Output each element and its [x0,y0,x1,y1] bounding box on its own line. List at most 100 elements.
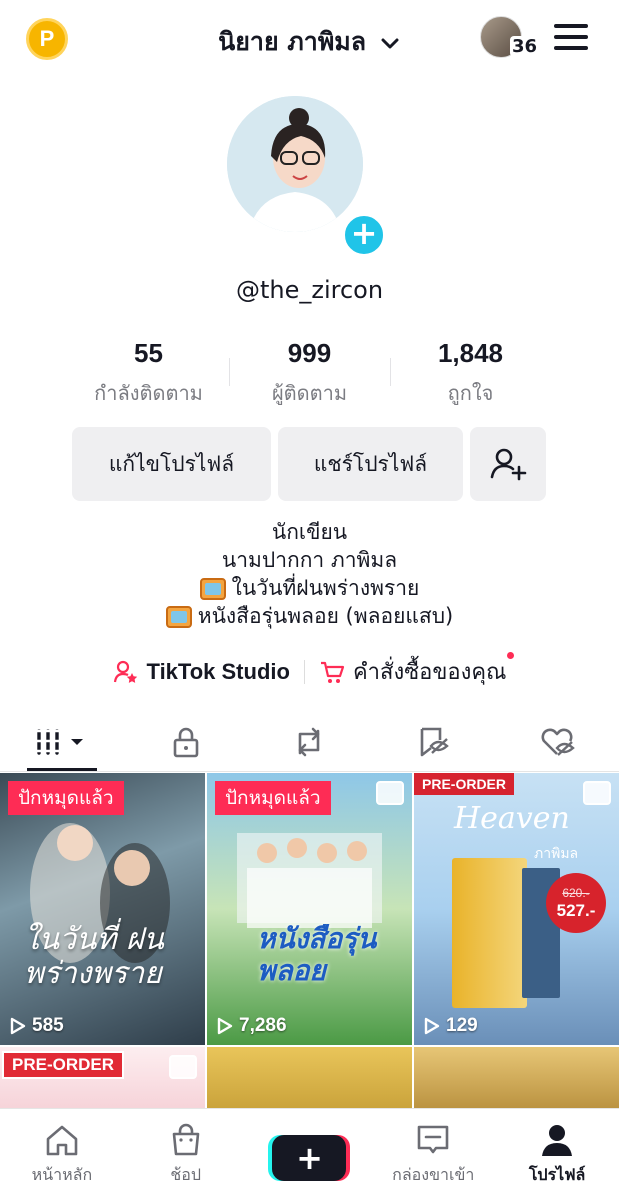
view-count: 129 [424,1015,478,1037]
video-grid: ปักหมุดแล้ว ในวันที่ ฝนพร่างพราย 585 ปัก… [0,773,619,1111]
nav-label: หน้าหลัก [31,1165,93,1184]
edit-profile-button[interactable]: แก้ไขโปรไฟล์ [72,427,271,501]
stat-value: 999 [287,338,332,368]
play-icon [10,1017,26,1035]
stat-value: 55 [134,338,163,368]
play-icon [217,1017,233,1035]
add-user-icon [490,448,527,481]
stat-following[interactable]: 55 กำลังติดตาม [69,338,229,409]
video-tile[interactable]: ปักหมุดแล้ว ในวันที่ ฝนพร่างพราย 585 [0,773,205,1045]
nav-home[interactable]: หน้าหลัก [0,1109,124,1188]
orders-label: คำสั่งซื้อของคุณ [352,660,507,685]
stat-followers[interactable]: 999 ผู้ติดตาม [230,338,390,409]
video-tile[interactable]: PRE-ORDER [0,1047,205,1111]
bio-line: ในวันที่ฝนพร่างพราย [231,576,420,600]
old-price: 620.- [562,886,590,900]
thumbnail-title: หนังสือรุ่น พลอย [257,922,377,987]
account-name: นิยาย ภาพิมล [218,27,367,56]
tab-saved[interactable] [371,712,495,771]
photo-icon [376,781,404,805]
pinned-badge: ปักหมุดแล้ว [215,781,331,815]
preorder-badge: PRE-ORDER [2,1051,125,1079]
repost-icon [299,727,320,756]
bio: นักเขียน นามปากกา ภาพิมล ในวันที่ฝนพร่าง… [0,518,619,630]
stat-label: ถูกใจ [447,381,494,405]
divider [303,659,305,684]
tv-icon [199,578,226,600]
view-count-value: 7,286 [239,1015,287,1036]
grid-videos-icon [36,728,83,755]
tab-private[interactable] [124,712,248,771]
bio-line-item: หนังสือรุ่นพลอย (พลอยแสบ) [0,602,619,630]
photo-icon [169,1055,197,1079]
top-bar: P นิยาย ภาพิมล 36 [0,0,619,80]
notification-dot [507,652,515,659]
create-plus-icon: + [272,1135,347,1181]
video-tile[interactable] [207,1047,412,1111]
stat-likes[interactable]: 1,848 ถูกใจ [391,338,551,409]
nav-label: โปรไฟล์ [528,1165,586,1184]
view-count: 7,286 [217,1015,287,1037]
pinned-badge: ปักหมุดแล้ว [8,781,124,815]
home-icon [46,1125,78,1156]
tiktok-studio-link[interactable]: TikTok Studio [113,659,290,685]
video-tile[interactable]: ปักหมุดแล้ว หนังสือรุ่น พลอย 7,286 [207,773,412,1045]
bio-line: หนังสือรุ่นพลอย (พลอยแสบ) [197,604,454,628]
stat-label: กำลังติดตาม [94,381,203,405]
tab-liked[interactable] [495,712,619,771]
view-count-value: 129 [446,1015,478,1036]
lock-icon [173,727,198,757]
book-cover [452,858,527,1008]
new-price: 527.- [556,901,596,920]
profile-stats: 55 กำลังติดตาม 999 ผู้ติดตาม 1,848 ถูกใจ [0,338,619,409]
heart-hidden-icon [541,728,575,756]
share-profile-button[interactable]: แชร์โปรไฟล์ [278,427,463,501]
orders-link[interactable]: คำสั่งซื้อของคุณ [319,652,515,689]
tiktok-studio-label: TikTok Studio [146,658,290,684]
shop-bag-icon [172,1123,199,1156]
view-count: 585 [10,1015,64,1037]
nav-label: ช้อป [170,1165,201,1184]
nav-label: กล่องขาเข้า [392,1165,475,1184]
bio-line: นามปากกา ภาพิมล [221,548,398,572]
video-tile[interactable]: PRE-ORDER Heaven ภาพิมล 620.- 527.- 129 [414,773,619,1045]
chevron-down-icon [381,38,399,49]
avatar [227,96,363,232]
add-friend-button[interactable] [470,427,546,501]
avatar-illustration-icon [227,96,363,232]
book-author: ภาพิมล [534,846,579,862]
nav-inbox[interactable]: กล่องขาเข้า [371,1109,495,1188]
content-tabs [0,712,619,772]
cart-icon [320,661,345,683]
profile-actions: แก้ไขโปรไฟล์ แชร์โปรไฟล์ [72,427,546,501]
view-count-value: 585 [32,1015,64,1036]
stat-value: 1,848 [437,338,504,368]
tab-reposts[interactable] [248,712,372,771]
person-star-icon [113,660,137,683]
menu-icon[interactable] [554,24,588,54]
play-icon [424,1017,440,1035]
bio-line: นักเขียน [271,520,348,544]
video-tile[interactable] [414,1047,619,1111]
nav-shop[interactable]: ช้อป [124,1109,248,1188]
nav-profile[interactable]: โปรไฟล์ [495,1109,619,1188]
inbox-icon [417,1125,449,1154]
book-title: Heaven [454,801,570,836]
preorder-badge: PRE-ORDER [414,773,515,795]
bookmark-hidden-icon [420,727,450,756]
bottom-nav: หน้าหลัก ช้อป + กล่องขาเข้า โปรไฟล์ [0,1108,619,1200]
profile-icon [542,1125,573,1156]
tv-icon [165,606,192,628]
notification-count: 36 [510,36,540,57]
stat-label: ผู้ติดตาม [271,381,348,405]
thumbnail-title: ในวันที่ ฝนพร่างพราย [24,922,164,991]
username: @the_zircon [235,276,384,304]
profile-avatar[interactable]: + [227,96,393,262]
tab-videos[interactable] [0,712,124,771]
bio-line-item: ในวันที่ฝนพร่างพราย [0,574,619,602]
price-tag: 620.- 527.- [546,873,606,933]
profile-links: TikTok Studio คำสั่งซื้อของคุณ [0,652,619,689]
nav-create[interactable]: + [248,1109,372,1181]
photo-icon [583,781,611,805]
add-avatar-plus-icon[interactable]: + [341,212,387,258]
